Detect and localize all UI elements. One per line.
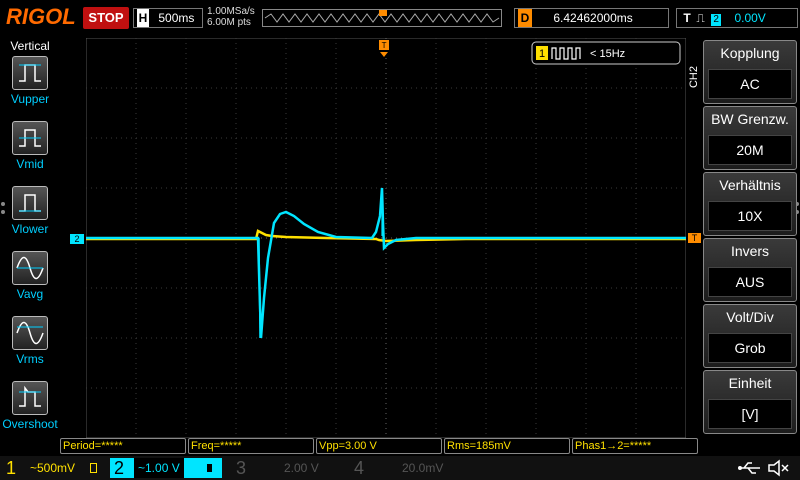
usb-icon [738, 462, 760, 474]
trigger-display[interactable]: T ⎍ 2 0.00V [676, 8, 798, 28]
measure-vavg[interactable]: Vavg [0, 251, 60, 315]
menu-bw-limit[interactable]: BW Grenzw. 20M [703, 106, 797, 170]
channel-2-scale: ~1.00 V [134, 458, 184, 478]
ch2-offset-label: 2 [74, 234, 80, 244]
coupling-value: AC [708, 69, 792, 99]
brand-logo: RIGOL [6, 4, 76, 29]
channel-3-scale: 2.00 V [284, 461, 319, 475]
vmid-icon [12, 121, 48, 155]
trigger-position-letter: T [382, 41, 387, 50]
measure-menu-title: Vertical [10, 39, 50, 53]
coupling-header: Kopplung [720, 45, 780, 61]
horizontal-delay-display[interactable]: D 6.42462000ms [514, 8, 669, 28]
trigger-source: 2 [711, 14, 722, 26]
measure-vrms[interactable]: Vrms [0, 316, 60, 380]
run-stop-indicator[interactable]: STOP [83, 7, 129, 29]
bw-limit-header: BW Grenzw. [711, 111, 789, 127]
sample-info: 1.00MSa/s 6.00M pts [207, 6, 255, 28]
vupper-label: Vupper [10, 92, 50, 106]
channel-1-bw-icon [90, 463, 97, 473]
measure-phase[interactable]: Phas1→2=***** [572, 438, 698, 454]
measure-vpp[interactable]: Vpp=3.00 V [316, 438, 442, 454]
trigger-edge-icon: ⎍ [696, 11, 705, 25]
bw-limit-value: 20M [708, 135, 792, 165]
top-status-bar: RIGOL STOP H 500ms 1.00MSa/s 6.00M pts D… [0, 0, 800, 36]
channel-status-bar: 1 ~500mV 2 ~1.00 V 3 2.00 V 4 20.0mV [0, 456, 800, 480]
vavg-label: Vavg [16, 287, 44, 301]
menu-unit[interactable]: Einheit [V] [703, 370, 797, 434]
freq-counter-value: < 15Hz [590, 48, 625, 60]
measure-vmid[interactable]: Vmid [0, 121, 60, 185]
invert-value: AUS [708, 267, 792, 297]
measure-rms[interactable]: Rms=185mV [444, 438, 570, 454]
measure-freq[interactable]: Freq=***** [188, 438, 314, 454]
trigger-level-label: T [691, 233, 698, 243]
menu-invert[interactable]: Invers AUS [703, 238, 797, 302]
vlower-icon [12, 186, 48, 220]
probe-ratio-header: Verhältnis [719, 177, 781, 193]
channel-3-status[interactable]: 3 2.00 V [232, 458, 332, 478]
sound-muted-icon[interactable] [766, 459, 790, 477]
unit-header: Einheit [728, 375, 772, 391]
measurement-bar: Period=***** Freq=***** Vpp=3.00 V Rms=1… [60, 438, 700, 454]
menu-volt-div[interactable]: Volt/Div Grob [703, 304, 797, 368]
memory-strip-waveform-icon [264, 10, 500, 23]
vmid-label: Vmid [16, 157, 44, 171]
delay-value: 6.42462000ms [553, 11, 633, 25]
overshoot-icon [12, 381, 48, 415]
probe-ratio-value: 10X [708, 201, 792, 231]
volt-div-value: Grob [708, 333, 792, 363]
vupper-icon [12, 56, 48, 90]
channel-4-number: 4 [353, 458, 364, 478]
trigger-level: 0.00V [734, 11, 766, 25]
channel-4-status[interactable]: 4 20.0mV [350, 458, 450, 478]
channel-1-scale: ~500mV [30, 461, 76, 475]
measure-overshoot[interactable]: Overshoot [0, 381, 60, 445]
channel2-menu: Kopplung AC BW Grenzw. 20M Verhältnis 10… [703, 36, 800, 436]
channel-2-number: 2 [113, 458, 124, 478]
vlower-label: Vlower [11, 222, 49, 236]
trigger-level-marker[interactable]: T [688, 233, 701, 243]
channel-1-status[interactable]: 1 ~500mV [2, 458, 102, 478]
delay-letter: D [518, 9, 532, 27]
ch2-menu-tab: CH2 [688, 66, 700, 89]
unit-value: [V] [708, 399, 792, 429]
channel-2-status[interactable]: 2 ~1.00 V [110, 458, 222, 478]
menu-probe-ratio[interactable]: Verhältnis 10X [703, 172, 797, 236]
timebase-value: 500ms [158, 11, 195, 25]
ch2-spike [258, 237, 261, 339]
vavg-icon [12, 251, 48, 285]
measure-vupper[interactable]: Vupper [0, 56, 60, 120]
sample-rate: 1.00MSa/s [207, 6, 255, 17]
waveform-display[interactable]: T 1 < 15Hz [86, 38, 686, 438]
measure-period[interactable]: Period=***** [60, 438, 186, 454]
timebase-letter: H [137, 9, 149, 27]
measure-menu: Vertical Vupper Vmid Vlower Vavg Vrms Ov… [0, 36, 60, 456]
left-menu-page-dots-icon [1, 202, 5, 214]
invert-header: Invers [730, 243, 770, 259]
vrms-icon [12, 316, 48, 350]
channel-3-number: 3 [235, 458, 246, 478]
freq-counter-channel: 1 [539, 48, 545, 60]
channel-2-bw-icon [206, 463, 213, 473]
timebase-display[interactable]: H 500ms [133, 8, 203, 28]
memory-strip [262, 9, 502, 27]
memory-depth: 6.00M pts [207, 17, 251, 28]
overshoot-label: Overshoot [2, 417, 58, 431]
volt-div-header: Volt/Div [726, 309, 774, 325]
channel-4-scale: 20.0mV [402, 461, 444, 475]
ch2-offset-marker[interactable]: 2 [70, 234, 84, 244]
menu-coupling[interactable]: Kopplung AC [703, 40, 797, 104]
measure-vlower[interactable]: Vlower [0, 186, 60, 250]
vrms-label: Vrms [16, 352, 44, 366]
trigger-letter: T [683, 11, 691, 25]
channel-1-number: 1 [5, 458, 16, 478]
frequency-counter: 1 < 15Hz [531, 41, 681, 65]
